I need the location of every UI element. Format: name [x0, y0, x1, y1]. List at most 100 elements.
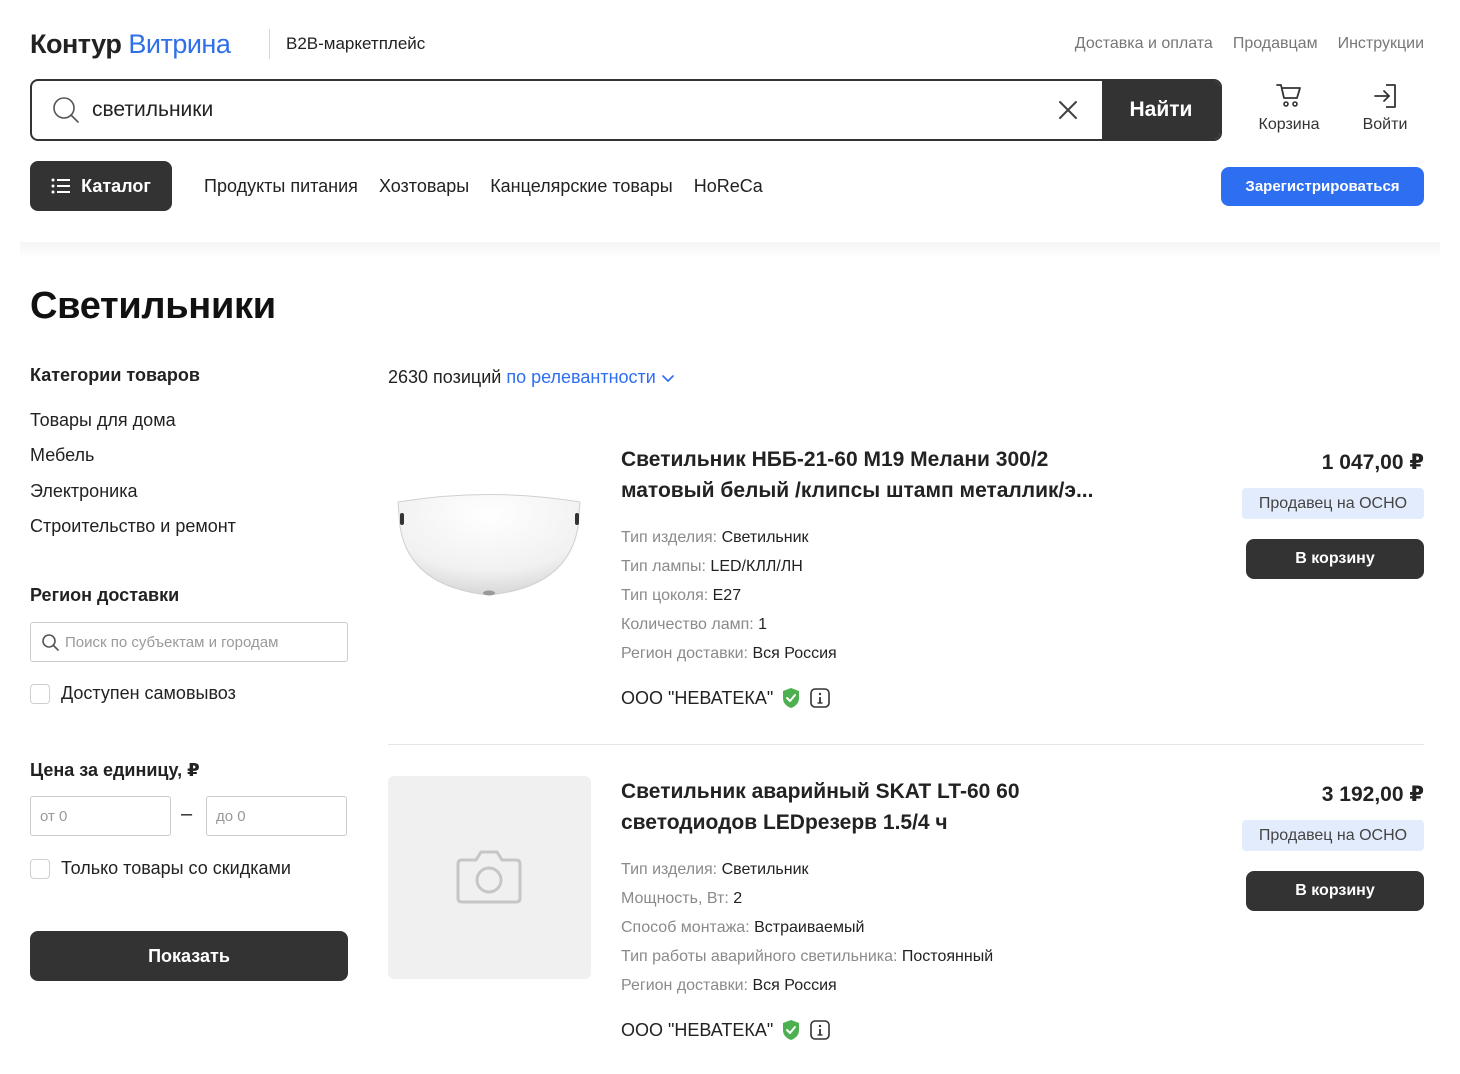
add-to-cart-button[interactable]: В корзину: [1246, 871, 1424, 911]
search-icon: [53, 97, 79, 123]
product-title-line-1: Светильник аварийный SKAT LT-60 60: [621, 780, 1020, 803]
category-construction[interactable]: Строительство и ремонт: [30, 516, 236, 537]
top-links: Доставка и оплата Продавцам Инструкции: [1075, 26, 1424, 62]
category-home[interactable]: Товары для дома: [30, 410, 176, 431]
product-price: 1 047,00 ₽: [1321, 451, 1424, 474]
delivery-link[interactable]: Доставка и оплата: [1075, 26, 1213, 62]
product-prop: Количество ламп: 1: [621, 616, 767, 634]
categories-heading: Категории товаров: [30, 365, 200, 385]
cart-label: Корзина: [1258, 116, 1320, 133]
logo[interactable]: Контур Витрина: [30, 26, 231, 62]
pickup-filter[interactable]: Доступен самовывоз: [30, 683, 236, 704]
prop-key: Способ монтажа:: [621, 919, 750, 936]
product-price: 3 192,00 ₽: [1321, 783, 1424, 806]
nav-food[interactable]: Продукты питания: [204, 176, 358, 197]
nav-household[interactable]: Хозтовары: [379, 176, 469, 197]
price-heading: Цена за единицу, ₽: [30, 760, 200, 780]
add-to-cart-button[interactable]: В корзину: [1246, 539, 1424, 579]
price-to-field: [206, 796, 347, 836]
seller-tax-badge: Продавец на ОСНО: [1242, 488, 1424, 519]
verified-shield-icon: [783, 1020, 800, 1040]
results-meta: 2630 позиций по релевантности: [388, 367, 675, 388]
logo-product: Витрина: [128, 29, 231, 59]
info-icon[interactable]: [809, 687, 831, 709]
price-range-dash: –: [181, 803, 193, 825]
catalog-label: Каталог: [81, 175, 151, 196]
nav-horeca[interactable]: HoReCa: [694, 176, 763, 197]
chevron-down-icon: [662, 375, 674, 382]
login-button[interactable]: Войти: [1345, 82, 1425, 140]
search-bar: Найти: [30, 79, 1222, 141]
price-to-input[interactable]: [207, 797, 346, 835]
results-count: 2630 позиций: [388, 367, 502, 387]
category-furniture[interactable]: Мебель: [30, 445, 94, 466]
logo-divider: [269, 29, 270, 59]
login-icon: [1374, 84, 1396, 108]
product-prop: Тип лампы: LED/КЛЛ/ЛН: [621, 558, 803, 576]
prop-value: E27: [712, 587, 742, 604]
product-title-line-2: светодиодов LEDрезерв 1.5/4 ч: [621, 811, 948, 834]
logo-brand: Контур: [30, 29, 122, 59]
sellers-link[interactable]: Продавцам: [1233, 26, 1318, 62]
seller-info[interactable]: ООО "НЕВАТЕКА": [621, 1019, 831, 1041]
instructions-link[interactable]: Инструкции: [1338, 26, 1424, 62]
cart-button[interactable]: Корзина: [1249, 82, 1329, 140]
seller-info[interactable]: ООО "НЕВАТЕКА": [621, 687, 831, 709]
region-heading: Регион доставки: [30, 585, 180, 605]
verified-shield-icon: [783, 688, 800, 708]
camera-placeholder-icon: [456, 850, 522, 904]
sort-dropdown[interactable]: по релевантности: [506, 367, 675, 387]
pickup-checkbox[interactable]: [30, 683, 50, 704]
product-prop: Способ монтажа: Встраиваемый: [621, 919, 864, 937]
price-from-input[interactable]: [31, 797, 170, 835]
region-search-input[interactable]: [65, 623, 340, 661]
prop-value: Постоянный: [901, 948, 994, 965]
prop-value: 1: [758, 616, 768, 633]
product-image-placeholder[interactable]: [388, 776, 591, 979]
product-prop: Мощность, Вт: 2: [621, 890, 742, 908]
prop-key: Тип работы аварийного светильника:: [621, 948, 898, 965]
prop-value: 2: [733, 890, 743, 907]
prop-value: Светильник: [721, 529, 809, 546]
register-button[interactable]: Зарегистрироваться: [1221, 167, 1424, 206]
prop-key: Регион доставки:: [621, 977, 748, 994]
prop-key: Мощность, Вт:: [621, 890, 729, 907]
discount-checkbox[interactable]: [30, 858, 50, 879]
prop-key: Тип изделия:: [621, 861, 718, 878]
show-results-button[interactable]: Показать: [30, 931, 348, 981]
prop-value: LED/КЛЛ/ЛН: [710, 558, 803, 575]
product-image[interactable]: [388, 457, 591, 660]
login-label: Войти: [1362, 116, 1408, 133]
product-card: Светильник НББ-21-60 М19 Мелани 300/2 ма…: [388, 440, 1424, 720]
seller-name: ООО "НЕВАТЕКА": [621, 1019, 774, 1040]
header-divider: [20, 242, 1440, 258]
catalog-button[interactable]: Каталог: [30, 161, 172, 211]
search-input[interactable]: [92, 81, 992, 139]
search-icon: [42, 634, 59, 651]
info-icon[interactable]: [809, 1019, 831, 1041]
prop-value: Вся Россия: [752, 977, 837, 994]
price-from-field: [30, 796, 171, 836]
prop-value: Светильник: [721, 861, 809, 878]
prop-key: Регион доставки:: [621, 645, 748, 662]
product-prop: Тип цоколя: E27: [621, 587, 741, 605]
discount-filter[interactable]: Только товары со скидками: [30, 858, 291, 879]
product-prop: Регион доставки: Вся Россия: [621, 645, 837, 663]
product-title-line-2: матовый белый /клипсы штамп металлик/э..…: [621, 479, 1094, 502]
clear-search-icon[interactable]: [1056, 98, 1080, 122]
category-electronics[interactable]: Электроника: [30, 481, 137, 502]
nav-stationery[interactable]: Канцелярские товары: [490, 176, 673, 197]
search-button[interactable]: Найти: [1102, 81, 1220, 139]
seller-name: ООО "НЕВАТЕКА": [621, 687, 774, 708]
sort-label: по релевантности: [506, 367, 656, 387]
prop-key: Тип цоколя:: [621, 587, 709, 604]
page-title: Светильники: [30, 285, 276, 327]
product-prop: Тип изделия: Светильник: [621, 529, 809, 547]
top-bar: Контур Витрина B2B-маркетплейс Доставка …: [30, 26, 1424, 62]
product-title[interactable]: Светильник НББ-21-60 М19 Мелани 300/2 ма…: [621, 444, 1181, 506]
prop-value: Вся Россия: [752, 645, 837, 662]
product-title-line-1: Светильник НББ-21-60 М19 Мелани 300/2: [621, 448, 1049, 471]
pickup-label: Доступен самовывоз: [61, 683, 236, 703]
product-title[interactable]: Светильник аварийный SKAT LT-60 60 свето…: [621, 776, 1181, 838]
product-prop: Тип изделия: Светильник: [621, 861, 809, 879]
